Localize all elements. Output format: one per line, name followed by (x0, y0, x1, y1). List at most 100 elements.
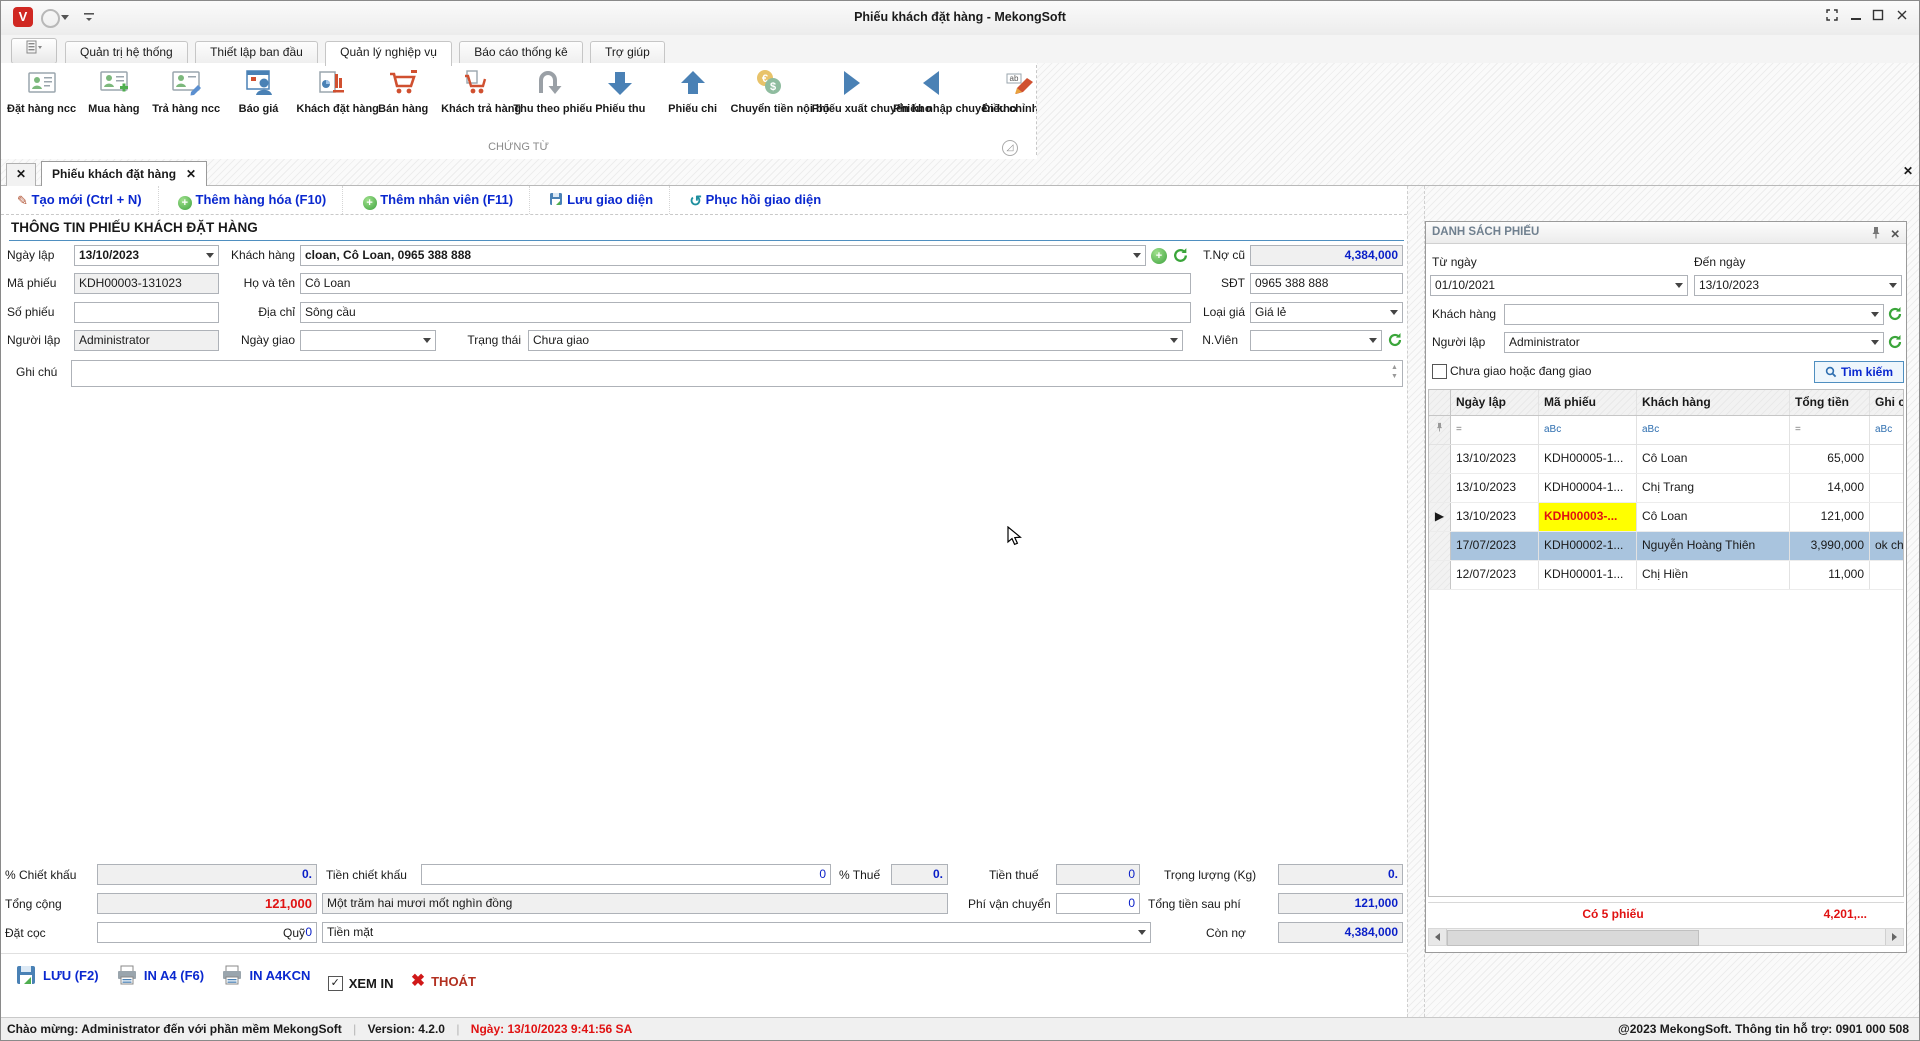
ghi-chu-textarea[interactable] (71, 360, 1403, 387)
refresh-employee-icon[interactable] (1387, 332, 1403, 351)
voucher-row-current[interactable]: ▶ 13/10/2023 KDH00003-... Cô Loan 121,00… (1429, 503, 1903, 532)
tab-thiet-lap-ban-dau[interactable]: Thiết lập ban đầu (195, 41, 318, 63)
add-employee-button[interactable]: + Thêm nhân viên (F11) (347, 186, 531, 214)
voucher-row[interactable]: 13/10/2023 KDH00004-1... Chị Trang 14,00… (1429, 474, 1903, 503)
status-welcome: Chào mừng: Administrator đến với phần mề… (7, 1022, 342, 1036)
print-a4-button[interactable]: IN A4 (F6) (116, 964, 204, 986)
voucher-row[interactable]: 13/10/2023 KDH00005-1... Cô Loan 65,000 (1429, 445, 1903, 474)
tabstrip-close-icon[interactable]: ✕ (1900, 164, 1916, 180)
group-dialog-launcher-icon[interactable]: ◿ (1002, 140, 1018, 156)
chiet-khau-pct-input[interactable]: 0. (97, 864, 317, 885)
filter-eq-icon[interactable]: = (1790, 416, 1870, 444)
tab-phieu-khach-dat-hang[interactable]: Phiếu khách đặt hàng✕ (41, 161, 207, 187)
scroll-left-icon[interactable] (1429, 929, 1447, 945)
add-customer-icon[interactable]: + (1151, 248, 1167, 264)
dat-coc-label: Đặt cọc (5, 922, 46, 944)
ngay-lap-input[interactable]: 13/10/2023 (74, 245, 219, 266)
phi-van-chuyen-input[interactable]: 0 (1056, 893, 1140, 914)
tien-chiet-khau-input[interactable]: 0 (421, 864, 831, 885)
btn-mua-hang[interactable]: Mua hàng (79, 63, 148, 115)
n-vien-combo[interactable] (1250, 330, 1382, 351)
col-ma-phieu[interactable]: Mã phiếu (1539, 390, 1637, 415)
save-layout-button[interactable]: Lưu giao diện (533, 186, 670, 214)
add-item-button[interactable]: + Thêm hàng hóa (F10) (162, 186, 343, 214)
refresh-icon[interactable] (1887, 334, 1903, 353)
app-menu-button[interactable] (11, 38, 57, 64)
loai-gia-combo[interactable]: Giá lẻ (1250, 302, 1403, 323)
tab-quan-tri-he-thong[interactable]: Quản trị hệ thống (65, 41, 188, 63)
save-button[interactable]: LƯU (F2) (15, 964, 99, 986)
col-ngay-lap[interactable]: Ngày lập (1451, 390, 1539, 415)
thue-pct-input[interactable]: 0. (891, 864, 948, 885)
scroll-right-icon[interactable] (1885, 929, 1903, 945)
chevron-down-icon (1369, 338, 1377, 343)
spinner-icon[interactable]: ▲▼ (1391, 363, 1398, 381)
preview-checkbox[interactable]: ✓ XEM IN (328, 976, 394, 991)
thue-pct-label: % Thuế (839, 864, 880, 886)
print-a4kcn-button[interactable]: IN A4KCN (221, 964, 310, 986)
btn-thu-theo-phieu[interactable]: Thu theo phiếu (513, 63, 582, 115)
btn-khach-dat-hang[interactable]: Khách đặt hàng (296, 63, 365, 115)
tab-quan-ly-nghiep-vu[interactable]: Quản lý nghiệp vụ (325, 41, 452, 66)
tab-tro-giup[interactable]: Trợ giúp (590, 41, 665, 63)
panel-close-icon[interactable]: ✕ (1890, 225, 1900, 246)
tong-tien-sau-phi-value: 121,000 (1278, 893, 1403, 914)
col-tong-tien[interactable]: Tổng tiền (1790, 390, 1870, 415)
col-khach-hang[interactable]: Khách hàng (1637, 390, 1790, 415)
khach-hang-combo[interactable]: cloan, Cô Loan, 0965 388 888 (300, 245, 1146, 266)
filter-abc-icon[interactable]: aBc (1870, 416, 1903, 444)
action-bar: ✎ Tạo mới (Ctrl + N) + Thêm hàng hóa (F1… (1, 186, 1407, 215)
close-button[interactable] (1893, 9, 1911, 27)
trang-thai-combo[interactable]: Chưa giao (528, 330, 1183, 351)
btn-tra-hang-ncc[interactable]: Trả hàng ncc (152, 63, 221, 115)
refresh-icon[interactable] (1887, 306, 1903, 325)
ho-va-ten-input[interactable]: Cô Loan (300, 273, 1191, 294)
panel-splitter[interactable] (1407, 186, 1425, 1017)
minimize-button[interactable] (1847, 9, 1865, 27)
btn-khach-tra-hang[interactable]: Khách trả hàng (441, 63, 510, 115)
btn-ban-hang[interactable]: Bán hàng (369, 63, 438, 115)
so-phieu-input[interactable] (74, 302, 219, 323)
fullscreen-button[interactable] (1823, 9, 1841, 27)
quy-combo[interactable]: Tiền mặt (322, 922, 1151, 943)
den-ngay-input[interactable]: 13/10/2023 (1694, 275, 1902, 296)
dia-chi-input[interactable]: Sông cầu (300, 302, 1191, 323)
btn-bao-gia[interactable]: Báo giá (224, 63, 293, 115)
undelivered-checkbox[interactable] (1432, 364, 1447, 379)
voucher-row[interactable]: 12/07/2023 KDH00001-1... Chị Hiền 11,000 (1429, 561, 1903, 590)
btn-chuyen-tien-noi-bo[interactable]: €$ Chuyển tiền nội bộ (730, 63, 808, 115)
chevron-down-icon (1133, 253, 1141, 258)
voucher-row-selected[interactable]: 17/07/2023 KDH00002-1... Nguyễn Hoàng Th… (1429, 532, 1903, 561)
restore-layout-button[interactable]: ↺ Phục hồi giao diện (673, 186, 837, 214)
tab-close-icon[interactable]: ✕ (186, 167, 196, 181)
panel-nguoi-lap-combo[interactable]: Administrator (1504, 332, 1884, 353)
plus-circle-icon: + (178, 196, 192, 210)
col-ghi-chu[interactable]: Ghi chú (1870, 390, 1903, 415)
btn-phieu-xuat-chuyen-kho[interactable]: Phiếu xuất chuyển kho (812, 63, 890, 115)
btn-phieu-chi[interactable]: Phiếu chi (658, 63, 727, 115)
btn-dat-hang-ncc[interactable]: Đặt hàng ncc (7, 63, 76, 115)
ma-phieu-label: Mã phiếu (7, 273, 67, 294)
exit-button[interactable]: ✖ THOÁT (411, 971, 476, 991)
panel-khach-hang-combo[interactable] (1504, 304, 1884, 325)
panel-hscrollbar[interactable] (1428, 928, 1904, 946)
tu-ngay-input[interactable]: 01/10/2021 (1430, 275, 1688, 296)
filter-row[interactable]: = aBc aBc = aBc (1429, 416, 1903, 445)
highlighted-code-cell[interactable]: KDH00003-... (1539, 503, 1637, 531)
pin-icon[interactable] (1870, 226, 1882, 247)
ngay-giao-combo[interactable] (300, 330, 436, 351)
search-button[interactable]: Tìm kiếm (1814, 361, 1904, 383)
filter-abc-icon[interactable]: aBc (1539, 416, 1637, 444)
close-all-tabs-button[interactable]: ✕ (6, 163, 36, 187)
filter-abc-icon[interactable]: aBc (1637, 416, 1790, 444)
tab-bao-cao-thong-ke[interactable]: Báo cáo thống kê (459, 41, 582, 63)
maximize-button[interactable] (1869, 9, 1887, 27)
refresh-customer-icon[interactable] (1172, 247, 1189, 267)
btn-phieu-thu[interactable]: Phiếu thu (586, 63, 655, 115)
filter-eq-icon[interactable]: = (1451, 416, 1539, 444)
sdt-input[interactable]: 0965 388 888 (1250, 273, 1403, 294)
status-date: Ngày: 13/10/2023 9:41:56 SA (471, 1022, 632, 1036)
scroll-thumb[interactable] (1447, 930, 1699, 946)
btn-phieu-nhap-chuyen-kho[interactable]: Phiếu nhập chuyển kho (893, 63, 971, 115)
new-button[interactable]: ✎ Tạo mới (Ctrl + N) (1, 186, 159, 214)
